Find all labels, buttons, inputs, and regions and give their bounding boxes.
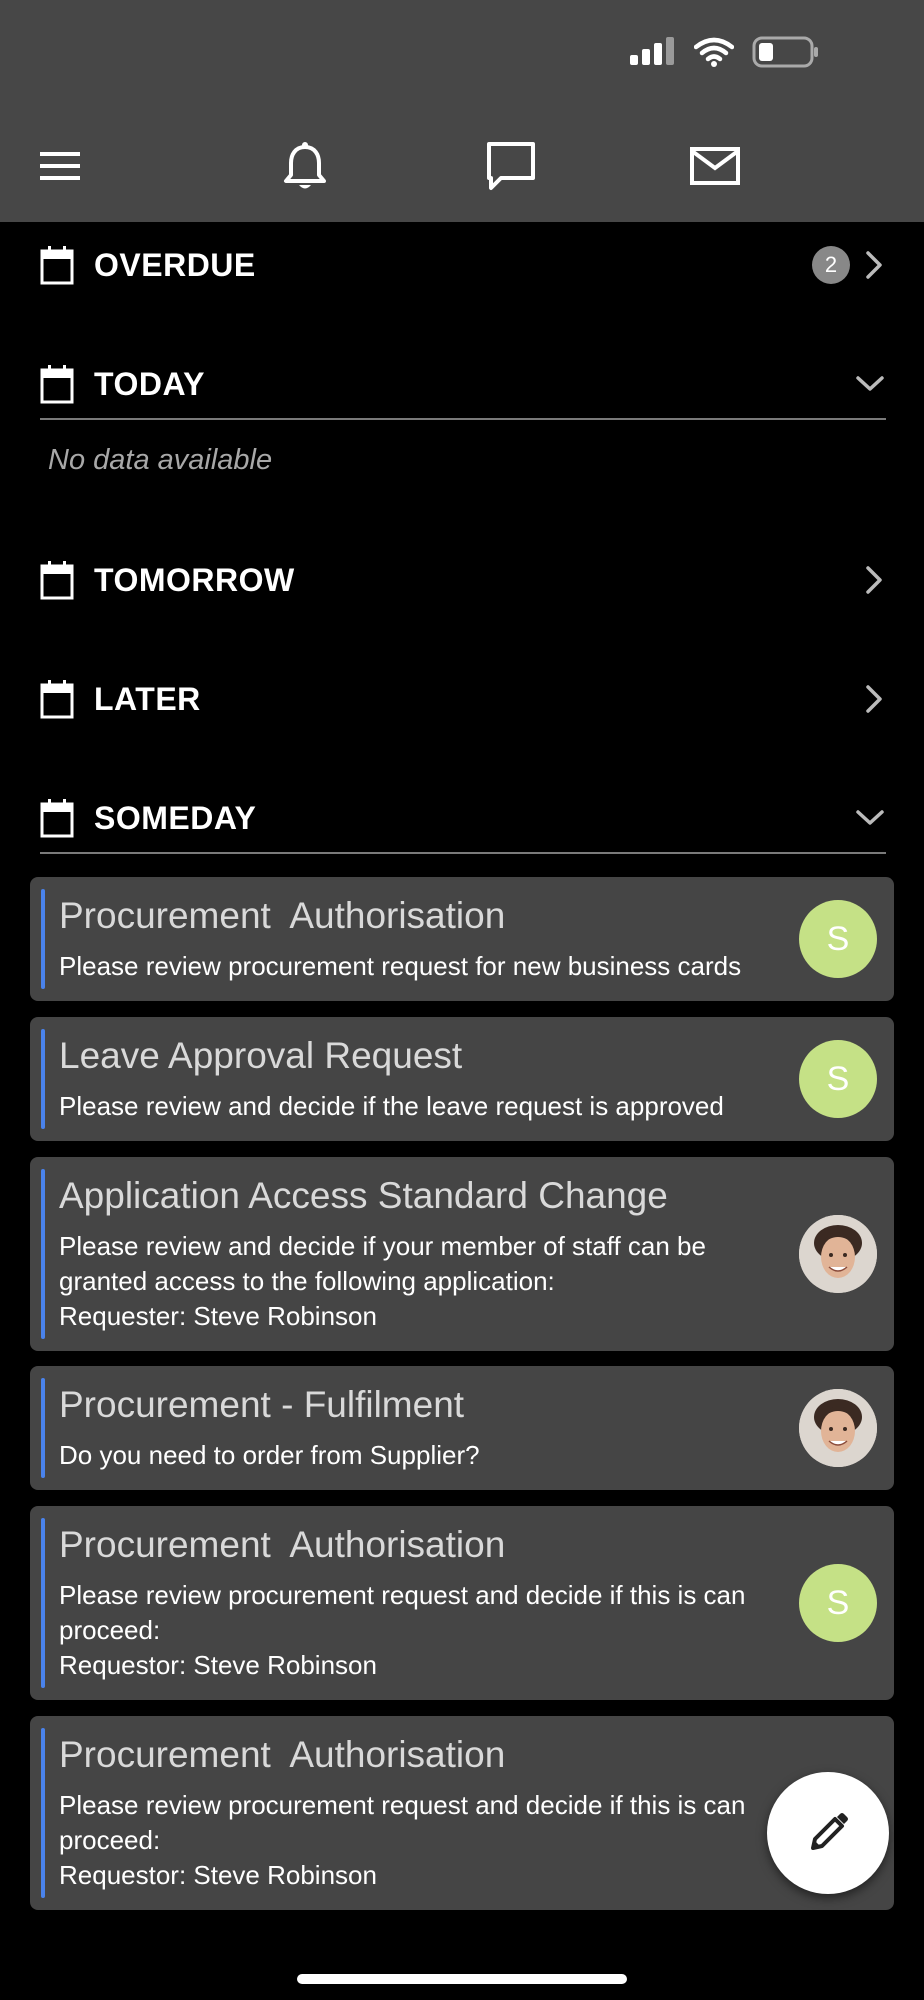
divider	[40, 852, 886, 854]
task-title: Procurement Authorisation	[59, 1524, 506, 1565]
battery-icon	[752, 36, 818, 68]
messages-button[interactable]	[481, 136, 541, 196]
status-bar	[0, 0, 924, 110]
task-card[interactable]: Procurement Authorisation Please review …	[30, 1506, 894, 1700]
section-later[interactable]: LATER	[40, 669, 886, 729]
section-label: TOMORROW	[94, 561, 295, 598]
chevron-right-icon	[866, 685, 882, 713]
status-icons	[630, 36, 820, 68]
mail-icon	[690, 147, 740, 185]
menu-button[interactable]	[30, 136, 90, 196]
chevron-right-icon	[866, 251, 882, 279]
task-description: Please review procurement request and de…	[59, 1790, 746, 1890]
card-accent-bar	[41, 1169, 45, 1339]
task-list: OVERDUE 2 TODAY No data available TOMORR…	[0, 222, 924, 1922]
divider	[40, 418, 886, 420]
section-tomorrow[interactable]: TOMORROW	[40, 550, 886, 610]
task-description: Do you need to order from Supplier?	[59, 1440, 480, 1470]
task-title: Leave Approval Request	[59, 1035, 463, 1076]
task-description: Please review procurement request and de…	[59, 1580, 746, 1680]
person-photo-icon	[799, 1215, 877, 1293]
task-title: Application Access Standard Change	[59, 1175, 668, 1216]
task-description: Please review procurement request for ne…	[59, 951, 742, 981]
task-description: Please review and decide if your member …	[59, 1231, 706, 1331]
section-label: TODAY	[94, 365, 205, 402]
pencil-icon	[811, 1813, 848, 1850]
task-card[interactable]: Application Access Standard Change Pleas…	[30, 1157, 894, 1351]
home-indicator[interactable]	[297, 1974, 627, 1984]
person-photo-icon	[799, 1389, 877, 1467]
task-title: Procurement Authorisation	[59, 1734, 506, 1775]
task-card[interactable]: Leave Approval Request Please review and…	[30, 1017, 894, 1141]
calendar-icon	[40, 365, 74, 404]
card-accent-bar	[41, 1518, 45, 1688]
menu-icon	[40, 152, 80, 180]
section-label: OVERDUE	[94, 246, 256, 283]
card-accent-bar	[41, 1728, 45, 1898]
task-card[interactable]: Procurement - Fulfilment Do you need to …	[30, 1366, 894, 1490]
avatar-photo	[799, 1215, 877, 1293]
wifi-icon	[694, 37, 734, 67]
chevron-down-icon	[856, 376, 884, 391]
task-card[interactable]: Procurement Authorisation Please review …	[30, 1716, 894, 1910]
calendar-icon	[40, 246, 74, 285]
avatar: S	[799, 900, 877, 978]
avatar: S	[799, 1564, 877, 1642]
chevron-right-icon	[866, 566, 882, 594]
empty-state-text: No data available	[48, 444, 273, 476]
chevron-down-icon	[856, 810, 884, 825]
task-description: Please review and decide if the leave re…	[59, 1091, 724, 1121]
card-accent-bar	[41, 889, 45, 989]
top-nav-bar	[0, 110, 924, 222]
section-today[interactable]: TODAY	[40, 354, 886, 414]
notifications-button[interactable]	[275, 136, 335, 196]
section-label: SOMEDAY	[94, 799, 257, 836]
avatar-photo	[799, 1389, 877, 1467]
card-accent-bar	[41, 1029, 45, 1129]
calendar-icon	[40, 680, 74, 719]
bell-icon	[284, 142, 326, 189]
compose-button[interactable]	[767, 1772, 889, 1894]
calendar-icon	[40, 799, 74, 838]
section-someday[interactable]: SOMEDAY	[40, 788, 886, 848]
section-overdue[interactable]: OVERDUE 2	[40, 235, 886, 295]
signal-icon	[630, 37, 674, 65]
avatar: S	[799, 1040, 877, 1118]
card-accent-bar	[41, 1378, 45, 1478]
overdue-count-badge: 2	[812, 246, 850, 284]
section-label: LATER	[94, 680, 201, 717]
task-title: Procurement - Fulfilment	[59, 1384, 465, 1425]
mail-button[interactable]	[685, 136, 745, 196]
chat-icon	[487, 142, 535, 190]
calendar-icon	[40, 561, 74, 600]
task-card[interactable]: Procurement Authorisation Please review …	[30, 877, 894, 1001]
task-title: Procurement Authorisation	[59, 895, 506, 936]
